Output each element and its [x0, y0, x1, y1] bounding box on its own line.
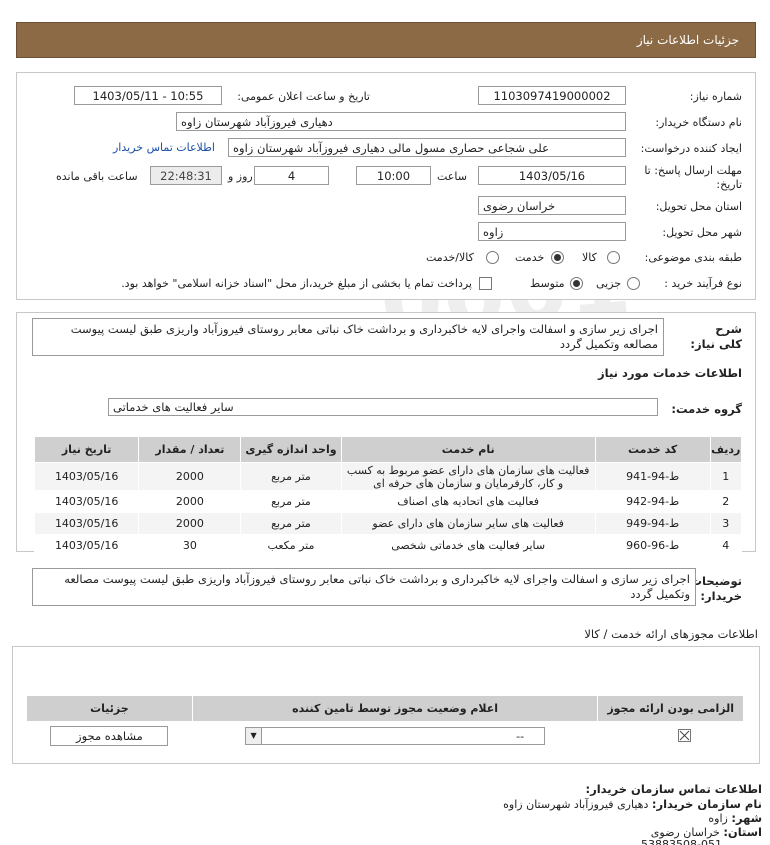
contact-city-value: زاوه: [708, 812, 728, 825]
purchase-option-minor: جزیی: [596, 277, 622, 290]
col-unit: واحد اندازه گیری: [240, 436, 342, 463]
contact-title: اطلاعات تماس سازمان خریدار:: [585, 782, 762, 796]
row-date: 1403/05/16: [33, 462, 140, 491]
announce-field: 1403/05/11 - 10:55: [74, 86, 222, 105]
purchase-radio-medium[interactable]: [570, 277, 583, 290]
purchase-type-label: نوع فرآیند خرید :: [664, 277, 742, 290]
row-qty: 2000: [138, 512, 242, 535]
buyer-contact-link[interactable]: اطلاعات تماس خریدار: [113, 141, 215, 154]
row-qty: 30: [138, 534, 242, 557]
summary-text: اجرای زیر سازی و اسفالت واجرای لایه خاکب…: [32, 318, 664, 356]
row-unit: متر مربع: [240, 490, 342, 513]
permits-col-required: الزامی بودن ارائه مجوز: [597, 695, 744, 722]
deadline-time-label: ساعت: [437, 170, 467, 183]
summary-label: شرح کلی نیاز:: [690, 322, 742, 351]
permit-required-checkbox: [678, 729, 691, 743]
page-header: جزئیات اطلاعات نیاز: [16, 22, 756, 58]
deadline-time-field: 10:00: [356, 166, 431, 185]
contact-province-label: استان:: [723, 825, 762, 839]
deadline-date-field: 1403/05/16: [478, 166, 626, 185]
row-index: 4: [709, 534, 742, 557]
services-section-title: اطلاعات خدمات مورد نیاز: [598, 366, 742, 380]
need-number-label: شماره نیاز:: [689, 90, 742, 103]
buyer-org-label: نام دستگاه خریدار:: [655, 116, 742, 129]
requester-label: ایجاد کننده درخواست:: [640, 142, 742, 155]
row-index: 2: [709, 490, 742, 513]
category-radio-goods-service[interactable]: [486, 251, 499, 264]
view-permit-button[interactable]: مشاهده مجوز: [50, 725, 169, 746]
row-unit: متر مربع: [240, 512, 342, 535]
category-radio-goods[interactable]: [607, 251, 620, 264]
row-unit: متر مربع: [240, 462, 342, 491]
treasury-payment-text: پرداخت تمام یا بخشی از مبلغ خرید،از محل …: [121, 277, 472, 290]
contact-org-label: نام سازمان خریدار:: [651, 797, 762, 811]
col-qty: تعداد / مقدار: [138, 436, 242, 463]
category-option-goods: کالا: [582, 251, 597, 264]
col-code: کد خدمت: [594, 436, 711, 463]
days-label: روز و: [228, 170, 253, 183]
row-code: ط-94-949: [594, 512, 711, 535]
permits-col-details: جزئیات: [26, 695, 193, 722]
table-row: 3 ط-94-949 فعالیت های سایر سازمان های دا…: [33, 512, 742, 535]
service-group-field: سایر فعالیت های خدماتی: [108, 398, 658, 416]
deadline-label: مهلت ارسال پاسخ: تا تاریخ:: [644, 164, 742, 191]
permits-table: الزامی بودن ارائه مجوز اعلام وضعیت مجوز …: [26, 695, 744, 750]
contact-city-label: شهر:: [731, 811, 762, 825]
buyer-notes-text: اجرای زیر سازی و اسفالت واجرای لایه خاکب…: [32, 568, 696, 606]
row-name: سایر فعالیت های خدماتی شخصی: [340, 534, 596, 557]
city-label: شهر محل تحویل:: [662, 226, 742, 239]
permits-section-title: اطلاعات مجوزهای ارائه خدمت / کالا: [584, 627, 758, 641]
row-index: 1: [709, 462, 742, 491]
buyer-org-field: دهیاری فیروزآباد شهرستان زاوه: [176, 112, 626, 131]
row-name: فعالیت های سازمان های دارای عضو مربوط به…: [340, 462, 596, 491]
row-name: فعالیت های اتحادیه های اصناف: [340, 490, 596, 513]
permits-col-status: اعلام وضعیت مجوز توسط تامین کننده: [191, 695, 599, 722]
row-code: ط-94-942: [594, 490, 711, 513]
chevron-down-icon: ▼: [246, 727, 263, 744]
col-name: نام خدمت: [340, 436, 596, 463]
page-title: جزئیات اطلاعات نیاز: [636, 33, 739, 47]
contact-phone: 53883508-051: [641, 838, 722, 845]
category-option-goods-service: کالا/خدمت: [426, 251, 474, 264]
row-code: ط-96-960: [594, 534, 711, 557]
contact-org-value: دهیاری فیروزآباد شهرستان زاوه: [503, 798, 649, 811]
treasury-payment-checkbox[interactable]: [479, 277, 492, 290]
row-qty: 2000: [138, 462, 242, 491]
province-label: استان محل تحویل:: [655, 200, 742, 213]
table-row: 1 ط-94-941 فعالیت های سازمان های دارای ع…: [33, 462, 742, 491]
row-date: 1403/05/16: [33, 512, 140, 535]
requester-field: علی شجاعی حصاری مسول مالی دهیاری فیروزآب…: [228, 138, 626, 157]
row-unit: متر مکعب: [240, 534, 342, 557]
purchase-option-medium: متوسط: [530, 277, 565, 290]
col-row: ردیف: [709, 436, 742, 463]
remaining-time-label: ساعت باقی مانده: [56, 170, 138, 183]
row-qty: 2000: [138, 490, 242, 513]
contact-city-line: شهر: زاوه: [708, 811, 762, 825]
need-number-field: 1103097419000002: [478, 86, 626, 105]
contact-org-line: نام سازمان خریدار: دهیاری فیروزآباد شهرس…: [503, 797, 762, 811]
remaining-time-field: 22:48:31: [150, 166, 222, 185]
category-label: طبقه بندی موضوعی:: [644, 251, 742, 264]
permit-status-select[interactable]: -- ▼: [245, 726, 546, 745]
permit-status-value: --: [516, 729, 525, 743]
days-field: 4: [254, 166, 329, 185]
row-index: 3: [709, 512, 742, 535]
row-date: 1403/05/16: [33, 534, 140, 557]
table-row: 2 ط-94-942 فعالیت های اتحادیه های اصناف …: [33, 490, 742, 513]
contact-province-line: استان: خراسان رضوی: [651, 825, 762, 839]
purchase-radio-minor[interactable]: [627, 277, 640, 290]
table-row: 4 ط-96-960 سایر فعالیت های خدماتی شخصی م…: [33, 534, 742, 557]
row-name: فعالیت های سایر سازمان های دارای عضو: [340, 512, 596, 535]
row-code: ط-94-941: [594, 462, 711, 491]
category-option-service: خدمت: [515, 251, 545, 264]
announce-label: تاریخ و ساعت اعلان عمومی:: [237, 90, 370, 103]
services-table: ردیف کد خدمت نام خدمت واحد اندازه گیری ت…: [33, 436, 742, 557]
table-row: -- ▼ مشاهده مجوز: [26, 721, 744, 750]
service-group-label: گروه خدمت:: [671, 402, 742, 416]
city-field: زاوه: [478, 222, 626, 241]
col-date: تاریخ نیاز: [33, 436, 140, 463]
province-field: خراسان رضوی: [478, 196, 626, 215]
category-radio-service[interactable]: [551, 251, 564, 264]
row-date: 1403/05/16: [33, 490, 140, 513]
